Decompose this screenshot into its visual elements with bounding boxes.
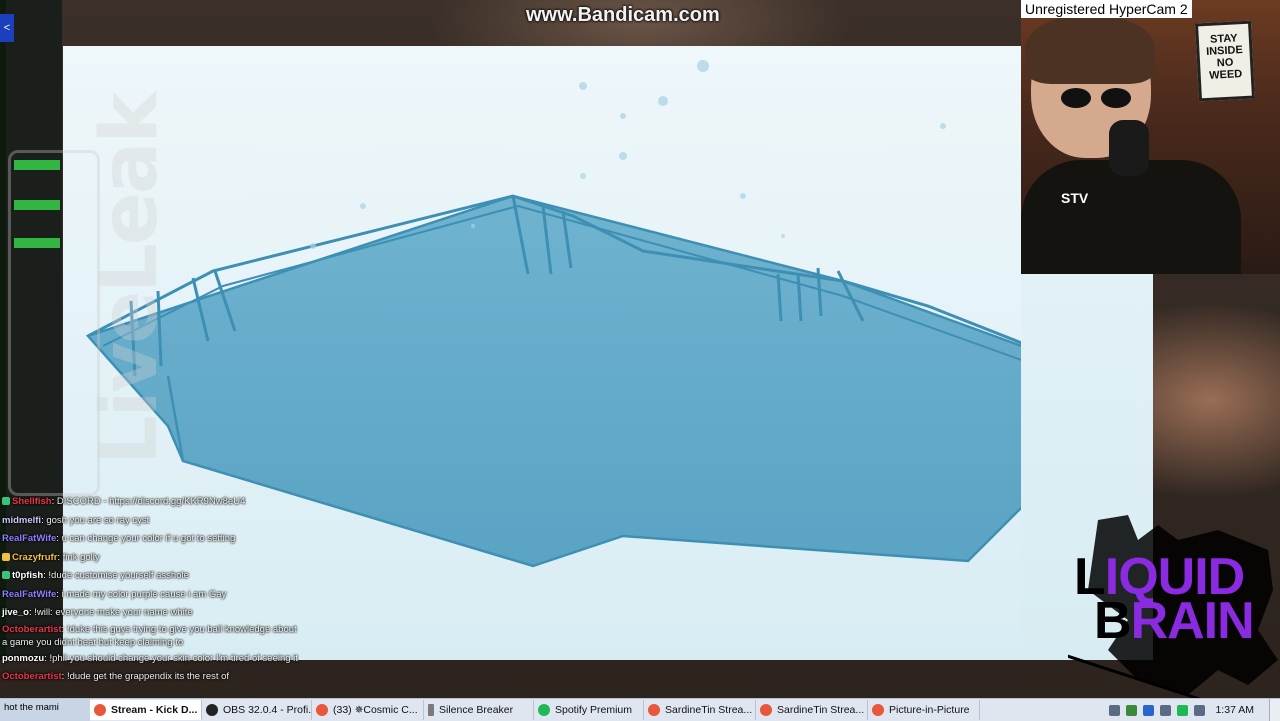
chat-text: DISCORD - https://discord.gg/KKR9Nw8eU4 — [56, 496, 246, 507]
firefox-icon — [648, 704, 660, 716]
obs-icon — [206, 704, 218, 716]
chat-message: Octoberartist: !duke this guys trying to… — [2, 623, 297, 648]
webcam-hair — [1025, 14, 1155, 84]
taskbar-item-sardinetin-1[interactable]: SardineTin Strea... — [644, 700, 756, 720]
bandicam-watermark: www.Bandicam.com — [526, 4, 720, 26]
chat-text: !dude customise yourself asshole — [48, 570, 189, 581]
firefox-icon — [760, 704, 772, 716]
chat-username: jive_o — [2, 607, 29, 618]
taskbar-item-label: OBS 32.0.4 - Profi... — [223, 704, 312, 716]
firefox-icon — [872, 704, 884, 716]
tray-icon[interactable] — [1143, 704, 1155, 716]
chat-username: RealFatWife — [2, 533, 57, 544]
pen-icon — [428, 704, 434, 716]
chat-text: !dude get the grappendix its the rest of — [66, 670, 230, 682]
headphones-icon — [1109, 120, 1149, 176]
chat-username: Octoberartist — [2, 623, 62, 635]
webcam-shirt — [1021, 160, 1241, 274]
chat-text: !phil you should change your skin color … — [49, 652, 298, 664]
firefox-icon — [316, 704, 328, 716]
spotify-icon — [538, 704, 550, 716]
start-area[interactable]: hot the mami — [0, 699, 90, 721]
taskbar-item-silence-breaker[interactable]: Silence Breaker — [424, 700, 534, 720]
liquid-brain-logo: LIQUID BRAIN — [1068, 510, 1280, 710]
chat-message: Crazyfrufr: fink golly — [2, 549, 302, 568]
chat-text: !will: everyone make your name white — [34, 607, 193, 618]
chat-username: RealFatWife — [2, 588, 57, 600]
taskbar-item-obs[interactable]: OBS 32.0.4 - Profi... — [202, 700, 312, 720]
tray-icon[interactable] — [1109, 704, 1121, 716]
taskbar-item-label: Picture-in-Picture — [889, 704, 970, 716]
taskbar-item-label: (33) ✵Cosmic C... — [333, 704, 418, 716]
badge-icon — [2, 571, 10, 580]
logo-letters-purple: RAIN — [1130, 592, 1255, 650]
webcam-poster: STAY INSIDE NO WEED — [1194, 20, 1256, 102]
taskbar-item-label: Silence Breaker — [439, 704, 514, 716]
chat-message: midmelfi: gosh you are so ray cyst — [2, 514, 150, 526]
taskbar-item-cosmic[interactable]: (33) ✵Cosmic C... — [312, 700, 424, 720]
chat-text: i made my color purple cause i am Gay — [61, 588, 227, 600]
taskbar-item-label: Stream - Kick D... — [111, 704, 198, 716]
taskbar-item-label: SardineTin Strea... — [777, 704, 865, 716]
chat-message: Octoberartist: !dude get the grappendix … — [2, 670, 230, 682]
taskbar-item-sardinetin-2[interactable]: SardineTin Strea... — [756, 700, 868, 720]
taskbar-item-spotify[interactable]: Spotify Premium — [534, 700, 644, 720]
chat-message: ponmozu: !phil you should change your sk… — [2, 652, 298, 664]
hypercam-watermark: Unregistered HyperCam 2 — [1021, 0, 1192, 18]
chat-overlay: Shellfish: DISCORD - https://discord.gg/… — [2, 493, 302, 686]
webcam-feed: STAY INSIDE NO WEED STV Unregistered Hyp… — [1021, 0, 1280, 274]
show-desktop-button[interactable] — [1269, 699, 1280, 721]
chat-text: u can change your color if u got to sett… — [61, 533, 236, 544]
chat-text: fink golly — [62, 551, 100, 563]
badge-icon — [2, 497, 10, 506]
taskbar: hot the mami Stream - Kick D... OBS 32.0… — [0, 698, 1280, 721]
chat-username: Shellfish — [12, 496, 52, 507]
chat-message: jive_o: !will: everyone make your name w… — [2, 607, 193, 618]
logo-line-2: BRAIN — [1094, 595, 1255, 647]
chat-text: gosh you are so ray cyst — [46, 514, 150, 526]
taskbar-item-pip[interactable]: Picture-in-Picture — [868, 700, 980, 720]
webcam-shirt-print: STV — [1061, 190, 1089, 206]
taskbar-item-stream[interactable]: Stream - Kick D... — [90, 700, 202, 720]
clock[interactable]: 1:37 AM — [1215, 704, 1254, 716]
start-label: hot the mami — [4, 702, 59, 713]
chat-username: Octoberartist — [2, 670, 62, 682]
taskbar-item-label: SardineTin Strea... — [665, 704, 753, 716]
chat-username: ponmozu — [2, 652, 45, 664]
chat-message: RealFatWife: i made my color purple caus… — [2, 588, 227, 600]
chat-message: t0pfish: !dude customise yourself asshol… — [2, 567, 302, 586]
volume-icon[interactable] — [1194, 704, 1206, 716]
sunglasses-icon — [1061, 88, 1141, 108]
chat-message: Shellfish: DISCORD - https://discord.gg/… — [2, 493, 302, 512]
tray-icon[interactable] — [1160, 704, 1172, 716]
chat-username: t0pfish — [12, 570, 44, 581]
system-tray: 1:37 AM — [1109, 699, 1280, 721]
tray-icon[interactable] — [1126, 704, 1138, 716]
firefox-icon — [94, 704, 106, 716]
badge-icon — [2, 552, 10, 561]
tray-icon[interactable] — [1177, 704, 1189, 716]
liveleak-watermark: LiveLeak — [85, 93, 175, 465]
chat-message: RealFatWife: u can change your color if … — [2, 533, 236, 544]
side-tab[interactable]: < — [0, 14, 14, 42]
chat-username: midmelfi — [2, 514, 42, 526]
logo-letter: B — [1094, 592, 1132, 650]
chat-username: Crazyfrufr — [12, 551, 58, 563]
taskbar-item-label: Spotify Premium — [555, 704, 633, 716]
